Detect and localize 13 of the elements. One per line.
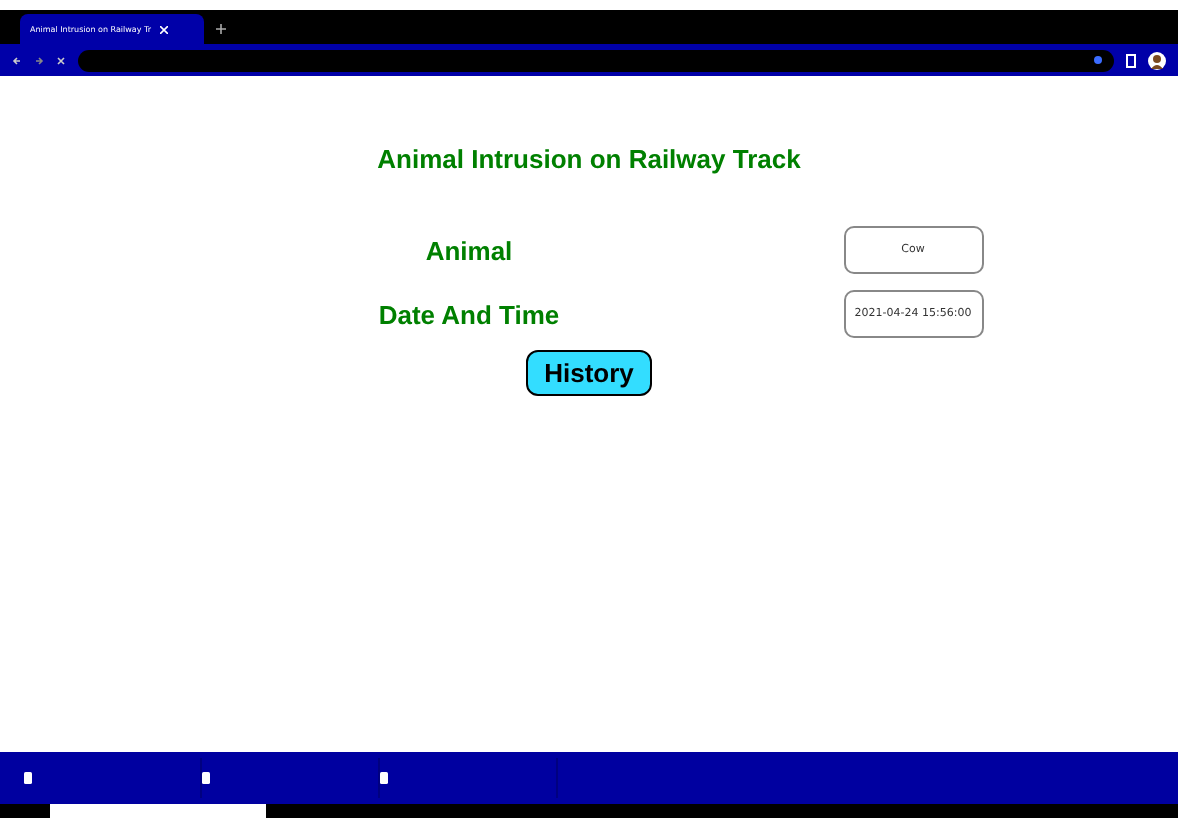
extension-icon[interactable] — [1126, 53, 1136, 67]
field-label: Animal — [425, 235, 513, 265]
page-heading: Animal Intrusion on Railway Track — [377, 144, 801, 174]
field-label: Date And Time — [378, 299, 560, 329]
back-icon[interactable] — [12, 55, 22, 65]
new-tab-icon[interactable] — [216, 24, 226, 34]
history-button[interactable]: History — [526, 350, 652, 396]
profile-icon[interactable] — [1148, 51, 1166, 69]
file-icon[interactable] — [202, 772, 210, 784]
close-icon[interactable] — [159, 25, 168, 33]
file-icon[interactable] — [24, 772, 32, 784]
file-icon[interactable] — [380, 772, 388, 784]
forward-icon[interactable] — [34, 55, 44, 65]
